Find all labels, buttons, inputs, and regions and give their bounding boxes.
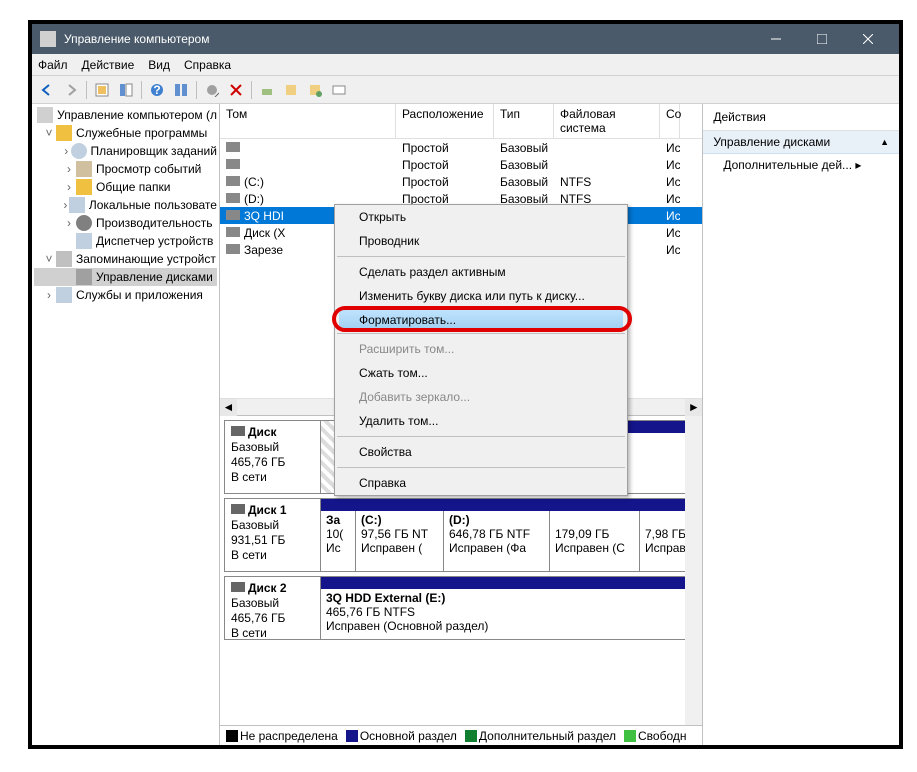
- disk-icon: [231, 504, 245, 514]
- tree-shares[interactable]: ›Общие папки: [34, 178, 217, 196]
- tree-storage[interactable]: ˅Запоминающие устройст: [34, 250, 217, 268]
- menu-action[interactable]: Действие: [82, 58, 135, 72]
- tb-icon-2[interactable]: [115, 79, 137, 101]
- tb-help-icon[interactable]: ?: [146, 79, 168, 101]
- tree-eventviewer[interactable]: ›Просмотр событий: [34, 160, 217, 178]
- tree-diskmgmt[interactable]: Управление дисками: [34, 268, 217, 286]
- actions-more[interactable]: Дополнительные дей... ▸: [703, 154, 899, 176]
- menu-help[interactable]: Справка: [184, 58, 231, 72]
- col-volume[interactable]: Том: [220, 104, 396, 138]
- ctx-open[interactable]: Открыть: [335, 205, 627, 229]
- partition[interactable]: За10(Ис: [321, 511, 355, 571]
- titlebar[interactable]: Управление компьютером: [32, 24, 899, 54]
- col-status[interactable]: Со: [660, 104, 680, 138]
- ctx-help[interactable]: Справка: [335, 471, 627, 495]
- chevron-right-icon: ▸: [855, 158, 861, 172]
- tree-users[interactable]: ›Локальные пользовате: [34, 196, 217, 214]
- svg-text:?: ?: [153, 83, 160, 97]
- toolbar: ?: [32, 76, 899, 104]
- nav-tree[interactable]: Управление компьютером (л ˅Служебные про…: [32, 104, 220, 745]
- col-fs[interactable]: Файловая система: [554, 104, 660, 138]
- volume-row[interactable]: (C:)ПростойБазовыйNTFSИс: [220, 173, 702, 190]
- actions-category[interactable]: Управление дисками▲: [703, 131, 899, 154]
- partition[interactable]: 3Q HDD External (E:)465,76 ГБ NTFSИсправ…: [321, 589, 697, 639]
- ctx-delete[interactable]: Удалить том...: [335, 409, 627, 433]
- window-title: Управление компьютером: [64, 32, 753, 46]
- tb-icon-8[interactable]: [328, 79, 350, 101]
- tb-delete-icon[interactable]: [225, 79, 247, 101]
- disk-2-label[interactable]: Диск 2 Базовый 465,76 ГБ В сети: [225, 577, 321, 639]
- close-button[interactable]: [845, 24, 891, 54]
- menu-file[interactable]: Файл: [38, 58, 68, 72]
- disk-0-label[interactable]: Диск Базовый 465,76 ГБ В сети: [225, 421, 321, 493]
- volume-row[interactable]: ПростойБазовыйИс: [220, 139, 702, 156]
- scroll-left-icon[interactable]: ◄: [220, 399, 237, 416]
- ctx-extend: Расширить том...: [335, 337, 627, 361]
- legend-unalloc-icon: [226, 730, 238, 742]
- minimize-button[interactable]: [753, 24, 799, 54]
- nav-fwd-button[interactable]: [60, 79, 82, 101]
- tree-services[interactable]: ›Службы и приложения: [34, 286, 217, 304]
- menu-view[interactable]: Вид: [148, 58, 170, 72]
- collapse-icon: ▲: [880, 137, 889, 147]
- partition[interactable]: (D:)646,78 ГБ NTFИсправен (Фа: [443, 511, 549, 571]
- tree-devmgr[interactable]: Диспетчер устройств: [34, 232, 217, 250]
- ctx-make-active[interactable]: Сделать раздел активным: [335, 260, 627, 284]
- tb-icon-6[interactable]: [280, 79, 302, 101]
- volume-row[interactable]: ПростойБазовыйИс: [220, 156, 702, 173]
- disk-icon: [231, 426, 245, 436]
- tb-icon-7[interactable]: [304, 79, 326, 101]
- ctx-mirror: Добавить зеркало...: [335, 385, 627, 409]
- col-layout[interactable]: Расположение: [396, 104, 494, 138]
- ctx-format[interactable]: Форматировать...: [339, 310, 623, 330]
- partition[interactable]: 179,09 ГБИсправен (С: [549, 511, 639, 571]
- legend-free-icon: [624, 730, 636, 742]
- legend-primary-icon: [346, 730, 358, 742]
- maximize-button[interactable]: [799, 24, 845, 54]
- menubar: Файл Действие Вид Справка: [32, 54, 899, 76]
- scroll-right-icon[interactable]: ►: [685, 399, 702, 416]
- actions-title: Действия: [703, 104, 899, 131]
- ctx-change-letter[interactable]: Изменить букву диска или путь к диску...: [335, 284, 627, 308]
- ctx-explorer[interactable]: Проводник: [335, 229, 627, 253]
- actions-pane: Действия Управление дисками▲ Дополнитель…: [703, 104, 899, 745]
- disk-1-row[interactable]: Диск 1 Базовый 931,51 ГБ В сети За10(Ис …: [224, 498, 698, 572]
- tb-icon-5[interactable]: [256, 79, 278, 101]
- legend: Не распределена Основной раздел Дополнит…: [220, 725, 702, 745]
- col-type[interactable]: Тип: [494, 104, 554, 138]
- app-icon: [40, 31, 56, 47]
- tree-perf[interactable]: ›Производительность: [34, 214, 217, 232]
- tb-icon-4[interactable]: [201, 79, 223, 101]
- disk-1-label[interactable]: Диск 1 Базовый 931,51 ГБ В сети: [225, 499, 321, 571]
- tb-icon-3[interactable]: [170, 79, 192, 101]
- nav-back-button[interactable]: [36, 79, 58, 101]
- tree-tools[interactable]: ˅Служебные программы: [34, 124, 217, 142]
- partition[interactable]: (C:)97,56 ГБ NTИсправен (: [355, 511, 443, 571]
- context-menu[interactable]: Открыть Проводник Сделать раздел активны…: [334, 204, 628, 496]
- disk-icon: [231, 582, 245, 592]
- ctx-properties[interactable]: Свойства: [335, 440, 627, 464]
- volume-header[interactable]: Том Расположение Тип Файловая система Со: [220, 104, 702, 139]
- v-scrollbar[interactable]: [685, 416, 702, 725]
- tree-scheduler[interactable]: ›Планировщик заданий: [34, 142, 217, 160]
- disk-2-row[interactable]: Диск 2 Базовый 465,76 ГБ В сети 3Q HDD E…: [224, 576, 698, 640]
- tb-icon-1[interactable]: [91, 79, 113, 101]
- tree-root[interactable]: Управление компьютером (л: [34, 106, 217, 124]
- legend-ext-icon: [465, 730, 477, 742]
- ctx-shrink[interactable]: Сжать том...: [335, 361, 627, 385]
